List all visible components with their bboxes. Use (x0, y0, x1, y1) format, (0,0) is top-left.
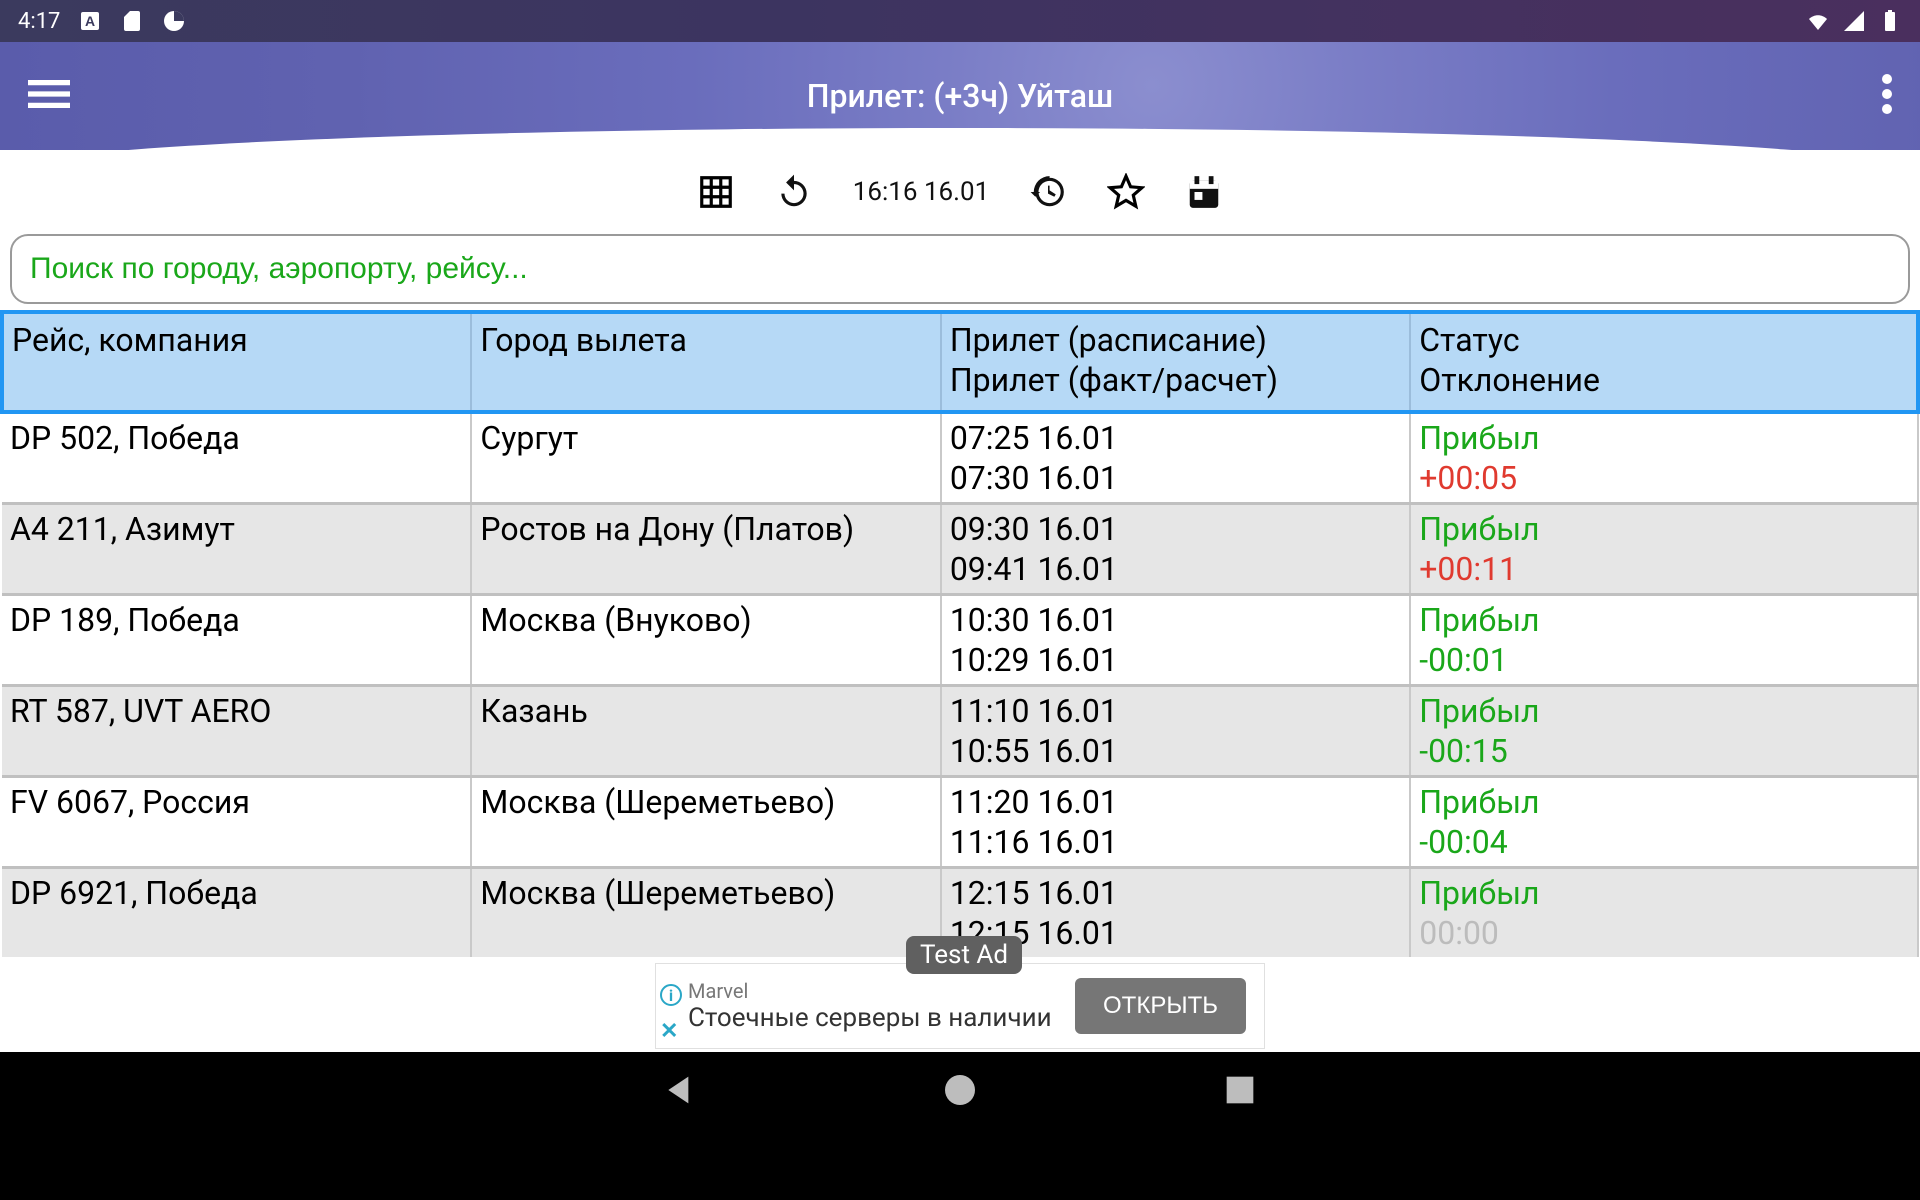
cell-flight: DP 6921, Победа (2, 868, 471, 958)
ad-open-button[interactable]: ОТКРЫТЬ (1075, 978, 1246, 1034)
sd-card-icon (120, 9, 144, 33)
system-nav-bar (0, 1052, 1920, 1132)
cell-city: Сургут (471, 412, 940, 504)
table-row[interactable]: A4 211, АзимутРостов на Дону (Платов)09:… (2, 504, 1918, 595)
recent-icon (1220, 1070, 1260, 1110)
hamburger-icon (28, 73, 70, 115)
status-bar: 4:17 A (0, 0, 1920, 42)
cell-arrival: 09:30 16.0109:41 16.01 (941, 504, 1410, 595)
table-row[interactable]: FV 6067, РоссияМосква (Шереметьево)11:20… (2, 777, 1918, 868)
search-input[interactable] (10, 234, 1910, 304)
back-icon (660, 1070, 700, 1110)
cell-status: Прибыл-00:04 (1410, 777, 1918, 868)
cell-status: Прибыл00:00 (1410, 868, 1918, 958)
history-icon (1029, 173, 1067, 211)
cell-city: Ростов на Дону (Платов) (471, 504, 940, 595)
nav-home-button[interactable] (940, 1070, 980, 1114)
cell-flight: DP 502, Победа (2, 412, 471, 504)
ad-banner: Test Ad i ✕ Marvel Стоечные серверы в на… (0, 960, 1920, 1052)
refresh-button[interactable] (775, 173, 813, 211)
col-city: Город вылета (471, 312, 940, 412)
cell-arrival: 10:30 16.0110:29 16.01 (941, 595, 1410, 686)
refresh-icon (775, 173, 813, 211)
nav-back-button[interactable] (660, 1070, 700, 1114)
grid-view-button[interactable] (697, 173, 735, 211)
table-row[interactable]: DP 502, ПобедаСургут07:25 16.0107:30 16.… (2, 412, 1918, 504)
keyboard-icon: A (78, 9, 102, 33)
cell-city: Москва (Шереметьево) (471, 868, 940, 958)
letterbox (0, 1132, 1920, 1200)
cell-status: Прибыл+00:11 (1410, 504, 1918, 595)
table-row[interactable]: RT 587, UVT AEROКазань11:10 16.0110:55 1… (2, 686, 1918, 777)
cell-flight: RT 587, UVT AERO (2, 686, 471, 777)
cell-flight: A4 211, Азимут (2, 504, 471, 595)
col-flight: Рейс, компания (2, 312, 471, 412)
calendar-button[interactable] (1185, 173, 1223, 211)
cell-city: Москва (Внуково) (471, 595, 940, 686)
table-row[interactable]: DP 189, ПобедаМосква (Внуково)10:30 16.0… (2, 595, 1918, 686)
star-icon (1107, 173, 1145, 211)
col-arrival: Прилет (расписание) Прилет (факт/расчет) (941, 312, 1410, 412)
overflow-menu-button[interactable] (1882, 74, 1892, 118)
cell-status: Прибыл+00:05 (1410, 412, 1918, 504)
app-bar: Прилет: (+3ч) Уйташ (0, 42, 1920, 150)
menu-button[interactable] (28, 73, 70, 119)
ad-close-icon[interactable]: ✕ (660, 1019, 678, 1044)
cell-city: Казань (471, 686, 940, 777)
calendar-icon (1185, 173, 1223, 211)
nav-recent-button[interactable] (1220, 1070, 1260, 1114)
battery-icon (1878, 9, 1902, 33)
cell-status: Прибыл-00:15 (1410, 686, 1918, 777)
cell-arrival: 07:25 16.0107:30 16.01 (941, 412, 1410, 504)
cell-flight: FV 6067, Россия (2, 777, 471, 868)
cell-arrival: 11:20 16.0111:16 16.01 (941, 777, 1410, 868)
cell-arrival: 11:10 16.0110:55 16.01 (941, 686, 1410, 777)
signal-icon (1842, 9, 1866, 33)
favorite-button[interactable] (1107, 173, 1145, 211)
ad-subtext: Стоечные серверы в наличии (688, 1003, 1052, 1033)
toolbar-time: 16:16 16.01 (853, 177, 990, 207)
page-title: Прилет: (+3ч) Уйташ (807, 77, 1113, 115)
ad-tag: Test Ad (906, 936, 1022, 974)
ad-headline: Marvel (688, 979, 1052, 1003)
cell-flight: DP 189, Победа (2, 595, 471, 686)
flights-area: Рейс, компания Город вылета Прилет (расп… (0, 310, 1920, 1052)
status-time: 4:17 (18, 9, 60, 34)
pie-icon (162, 9, 186, 33)
cell-status: Прибыл-00:01 (1410, 595, 1918, 686)
svg-text:A: A (85, 13, 95, 29)
kebab-icon (1882, 74, 1892, 114)
home-icon (940, 1070, 980, 1110)
table-header: Рейс, компания Город вылета Прилет (расп… (2, 312, 1918, 412)
ad-info-icon[interactable]: i (660, 984, 682, 1006)
history-button[interactable] (1029, 173, 1067, 211)
flights-table[interactable]: Рейс, компания Город вылета Прилет (расп… (0, 310, 1920, 957)
ad-card[interactable]: Test Ad i ✕ Marvel Стоечные серверы в на… (655, 963, 1265, 1049)
cell-city: Москва (Шереметьево) (471, 777, 940, 868)
col-status: Статус Отклонение (1410, 312, 1918, 412)
toolbar: 16:16 16.01 (0, 150, 1920, 234)
wifi-icon (1806, 9, 1830, 33)
grid-icon (697, 173, 735, 211)
